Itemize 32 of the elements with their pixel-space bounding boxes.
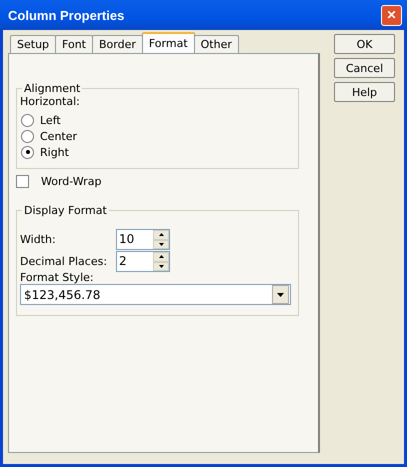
decimal-places-label: Decimal Places: [20, 255, 108, 268]
tab[interactable]: Other [194, 35, 239, 53]
up-arrow-icon[interactable] [158, 233, 164, 236]
close-button[interactable]: ✕ [381, 4, 402, 26]
radio-label[interactable]: Left [40, 114, 61, 126]
up-arrow-icon[interactable] [158, 255, 164, 258]
width-label: Width: [20, 233, 57, 246]
radio-label[interactable]: Right [40, 146, 69, 158]
dialog-button[interactable]: Cancel [334, 58, 395, 78]
dialog-button[interactable]: OK [334, 34, 395, 54]
dropdown-arrow-icon[interactable] [277, 292, 284, 296]
radio-button[interactable] [21, 130, 34, 142]
group-title: Alignment [23, 82, 82, 95]
tab[interactable]: Setup [10, 35, 56, 53]
group-title: Display Format [23, 204, 108, 217]
radio-label[interactable]: Center [40, 130, 78, 142]
radio-button[interactable] [21, 146, 34, 158]
dialog-button[interactable]: Help [334, 82, 395, 102]
tab[interactable]: Format [142, 32, 195, 53]
tab[interactable]: Border [92, 35, 143, 53]
checkbox[interactable] [16, 175, 29, 188]
down-arrow-icon[interactable] [158, 264, 164, 268]
format-style-dropdown[interactable]: $123,456.78 [20, 284, 291, 305]
tab[interactable]: Font [55, 35, 93, 53]
down-arrow-icon[interactable] [158, 242, 164, 246]
window-title: Column Properties [8, 8, 124, 22]
format-style-label: Format Style: [20, 271, 95, 284]
width-spinner[interactable]: 10 [116, 229, 170, 250]
horizontal-label: Horizontal: [20, 95, 81, 108]
checkbox-label[interactable]: Word-Wrap [41, 175, 102, 188]
decimal-places-spinner[interactable]: 2 [116, 251, 170, 272]
radio-button[interactable] [21, 114, 34, 126]
